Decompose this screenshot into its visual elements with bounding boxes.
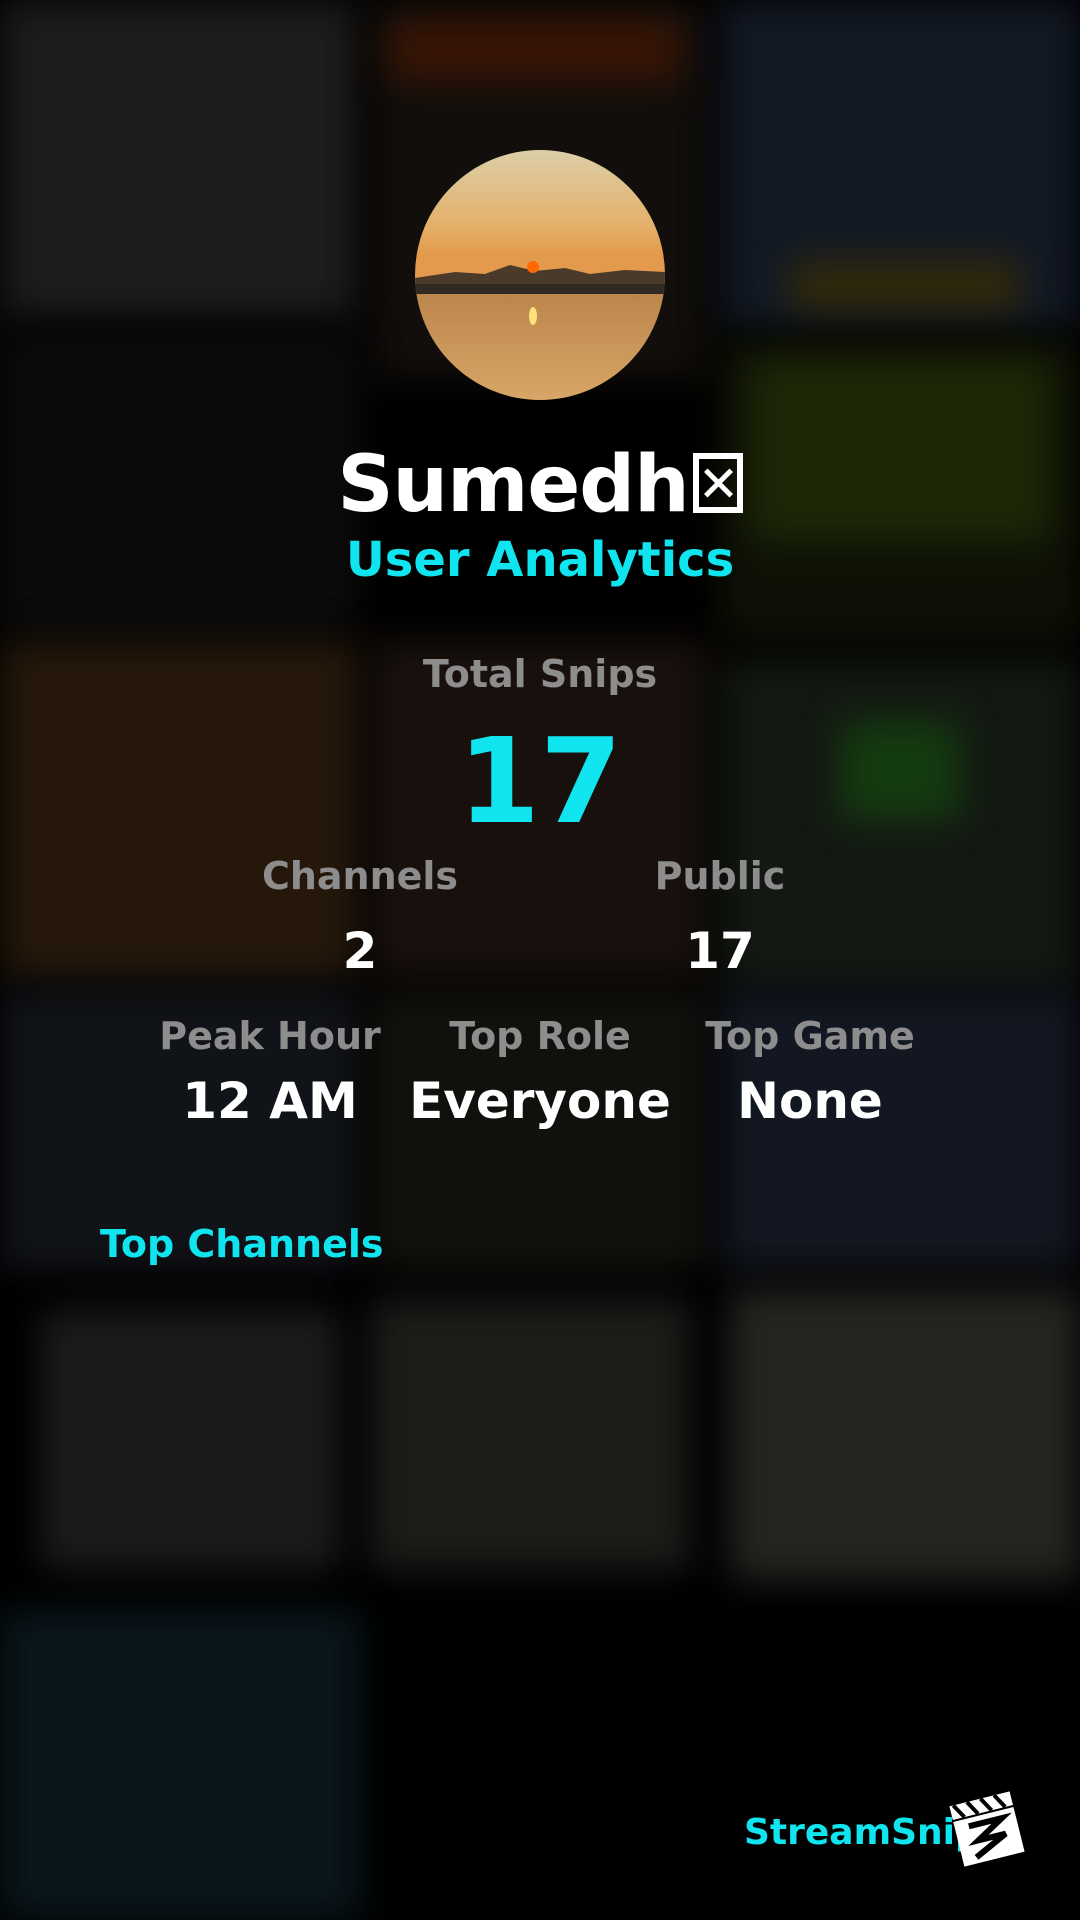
page-subtitle: User Analytics	[345, 532, 735, 588]
top-channels-heading: Top Channels	[100, 1222, 384, 1266]
avatar-sunset-image	[415, 150, 665, 400]
username-text: Sumedh	[337, 440, 689, 530]
channels-stat: Channels 2	[240, 854, 480, 980]
peak-hour-value: 12 AM	[182, 1072, 358, 1130]
public-value: 17	[685, 922, 755, 980]
public-stat: Public 17	[600, 854, 840, 980]
peak-hour-label: Peak Hour	[159, 1014, 381, 1058]
top-role-label: Top Role	[449, 1014, 631, 1058]
top-role-stat: Top Role Everyone	[400, 1014, 680, 1130]
peak-hour-stat: Peak Hour 12 AM	[130, 1014, 410, 1130]
top-game-stat: Top Game None	[670, 1014, 950, 1130]
channels-value: 2	[342, 922, 378, 980]
missing-glyph-icon	[692, 453, 743, 513]
brand-name: StreamSnip	[744, 1812, 981, 1853]
clapperboard-logo-icon	[948, 1790, 1026, 1868]
avatar	[415, 150, 665, 400]
top-role-value: Everyone	[409, 1072, 671, 1130]
top-game-value: None	[737, 1072, 883, 1130]
username: Sumedh	[0, 440, 1080, 530]
top-game-label: Top Game	[705, 1014, 915, 1058]
public-label: Public	[654, 854, 786, 898]
total-snips-label: Total Snips	[422, 652, 658, 696]
total-snips-value: 17	[457, 712, 623, 850]
channels-label: Channels	[261, 854, 459, 898]
